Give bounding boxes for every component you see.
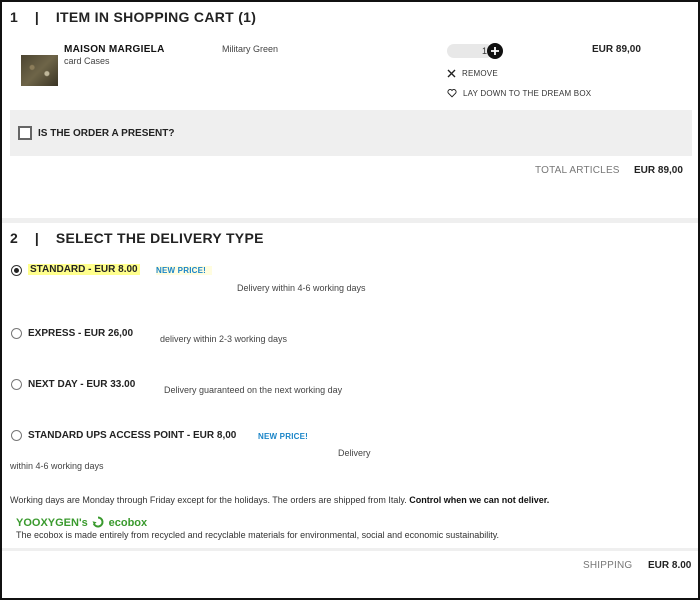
delivery-radio-next-day[interactable] <box>11 379 22 390</box>
product-color: Military Green <box>222 44 279 54</box>
total-articles-label: TOTAL ARTICLES <box>535 165 620 176</box>
product-price: EUR 89,00 <box>592 44 641 55</box>
product-brand[interactable]: MAISON MARGIELA <box>64 44 165 55</box>
new-price-badge: NEW PRICE! <box>156 266 212 275</box>
shipping-label: SHIPPING <box>583 560 633 571</box>
delivery-option-standard-label[interactable]: STANDARD - EUR 8.00 <box>28 264 140 275</box>
close-icon <box>447 69 456 78</box>
shipping-divider <box>2 548 698 551</box>
delivery-option-ups-desc-line1: Delivery <box>338 448 371 458</box>
gift-label: IS THE ORDER A PRESENT? <box>38 128 175 139</box>
working-days-text: Working days are Monday through Friday e… <box>10 495 407 505</box>
dream-box-label: LAY DOWN TO THE DREAM BOX <box>463 89 592 98</box>
ecobox-word: ecobox <box>108 517 148 529</box>
checkout-page: 1 | ITEM IN SHOPPING CART (1) MAISON MAR… <box>0 0 700 600</box>
delivery-option-express-desc: delivery within 2-3 working days <box>160 334 288 344</box>
delivery-option-express-label[interactable]: EXPRESS - EUR 26,00 <box>28 328 133 339</box>
product-name: card Cases <box>64 56 110 66</box>
plus-icon <box>491 47 499 55</box>
ecobox-logo: YOOXYGEN's ecobox <box>16 513 148 529</box>
gift-checkbox[interactable] <box>18 126 32 140</box>
delivery-option-ups-label[interactable]: STANDARD UPS ACCESS POINT - EUR 8,00 <box>28 430 236 441</box>
delivery-option-next-day-label[interactable]: NEXT DAY - EUR 33.00 <box>28 379 135 390</box>
section-divider <box>2 218 698 223</box>
quantity-stepper[interactable]: 1 <box>447 43 503 59</box>
total-articles-value: EUR 89,00 <box>634 165 683 176</box>
control-delivery-link[interactable]: Control when we can not deliver. <box>409 495 549 505</box>
gift-option-panel: IS THE ORDER A PRESENT? <box>10 110 692 156</box>
delivery-option-next-day-desc: Delivery guaranteed on the next working … <box>164 385 343 395</box>
cart-heading: 1 | ITEM IN SHOPPING CART (1) <box>10 9 257 25</box>
increase-quantity-button[interactable] <box>487 43 503 59</box>
delivery-heading: 2 | SELECT THE DELIVERY TYPE <box>10 230 264 246</box>
new-price-badge: NEW PRICE! <box>258 432 308 441</box>
shipping-value: EUR 8.00 <box>648 560 692 571</box>
delivery-radio-ups-access-point[interactable] <box>11 430 22 441</box>
remove-label: REMOVE <box>462 69 498 78</box>
delivery-option-standard-desc: Delivery within 4-6 working days <box>237 283 366 293</box>
ecobox-description: The ecobox is made entirely from recycle… <box>16 530 500 540</box>
delivery-radio-standard[interactable] <box>11 265 22 276</box>
delivery-radio-express[interactable] <box>11 328 22 339</box>
heart-icon <box>447 89 457 98</box>
product-thumbnail[interactable] <box>21 55 58 86</box>
ecobox-prefix: YOOXYGEN's <box>16 517 88 529</box>
working-days-note: Working days are Monday through Friday e… <box>10 495 549 505</box>
recycle-icon <box>92 516 104 528</box>
delivery-option-ups-desc-line2: within 4-6 working days <box>10 461 104 471</box>
